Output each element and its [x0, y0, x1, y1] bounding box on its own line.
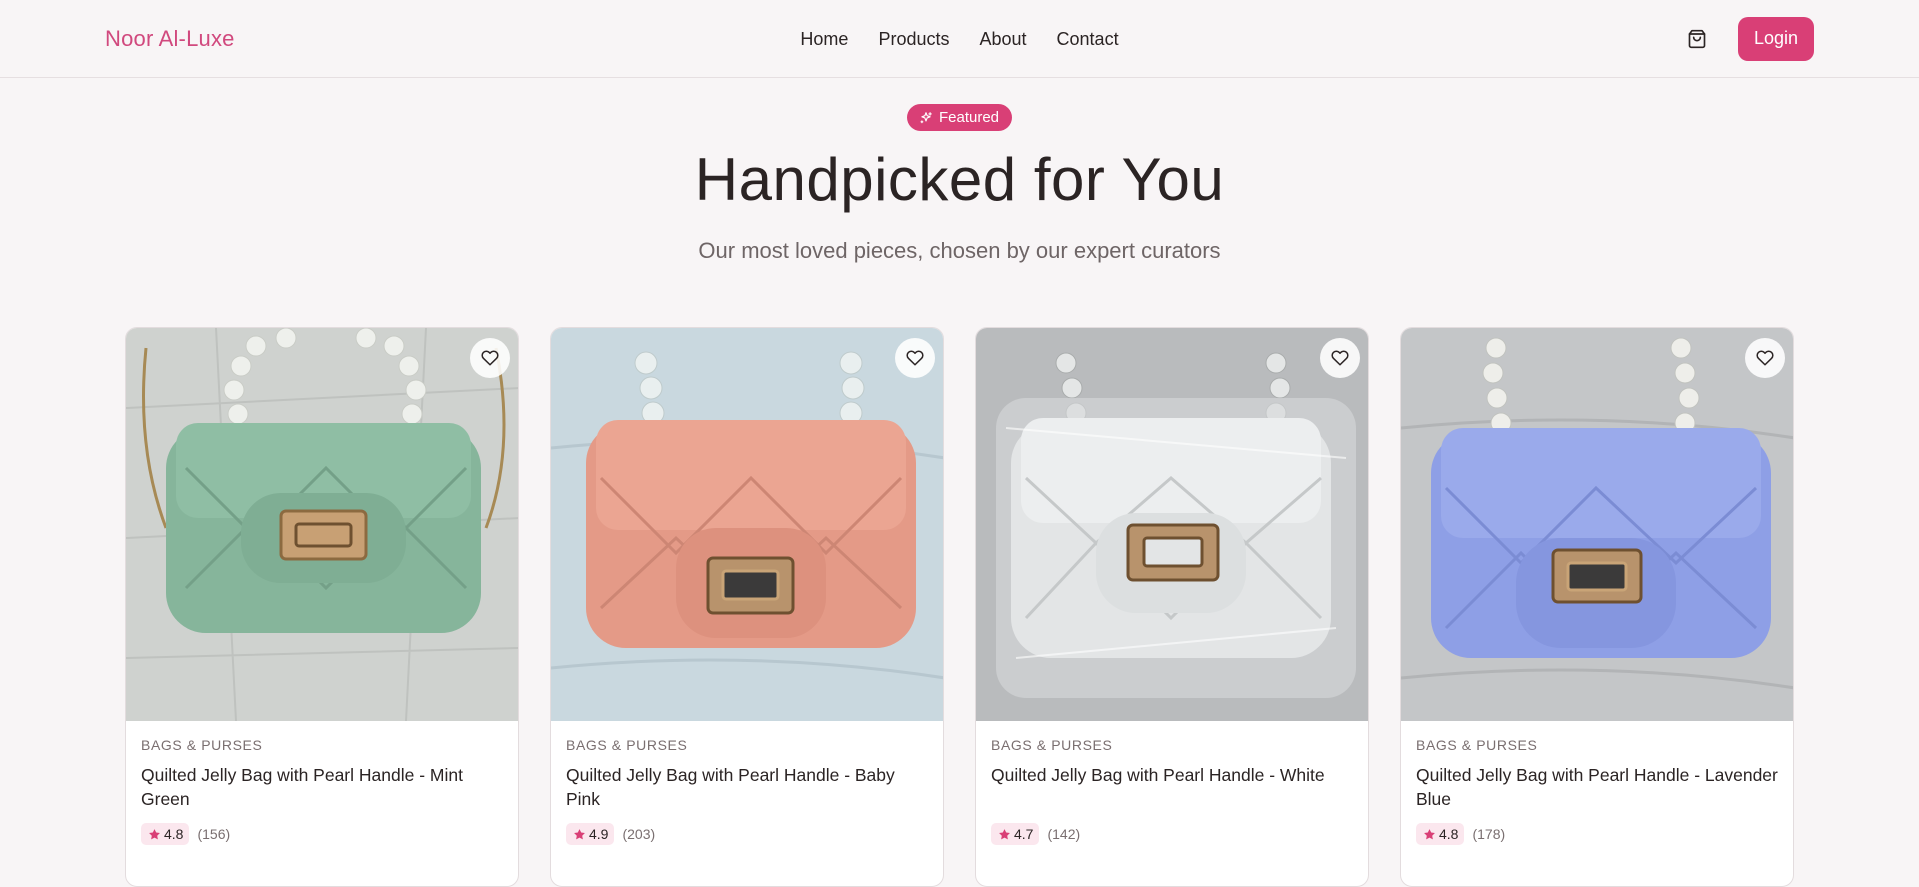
featured-badge: Featured: [906, 104, 1013, 131]
featured-section-header: Featured Handpicked for You Our most lov…: [0, 78, 1919, 264]
product-name[interactable]: Quilted Jelly Bag with Pearl Handle - Wh…: [991, 763, 1353, 811]
product-info: BAGS & PURSES Quilted Jelly Bag with Pea…: [1401, 721, 1793, 845]
rating-value: 4.9: [589, 826, 609, 842]
star-icon: [999, 828, 1010, 839]
shopping-bag-icon[interactable]: [1684, 26, 1710, 52]
product-card[interactable]: BAGS & PURSES Quilted Jelly Bag with Pea…: [1400, 327, 1794, 887]
product-image[interactable]: [976, 328, 1368, 721]
star-icon: [1424, 828, 1435, 839]
brand-logo[interactable]: Noor Al-Luxe: [105, 26, 235, 52]
heart-icon[interactable]: [895, 338, 935, 378]
product-name[interactable]: Quilted Jelly Bag with Pearl Handle - La…: [1416, 763, 1778, 811]
product-name[interactable]: Quilted Jelly Bag with Pearl Handle - Mi…: [141, 763, 503, 811]
review-count: (156): [197, 826, 231, 842]
top-navbar: Noor Al-Luxe Home Products About Contact…: [0, 0, 1919, 78]
section-title: Handpicked for You: [694, 146, 1225, 213]
heart-icon[interactable]: [470, 338, 510, 378]
product-card[interactable]: BAGS & PURSES Quilted Jelly Bag with Pea…: [975, 327, 1369, 887]
featured-badge-label: Featured: [938, 109, 1000, 126]
rating-badge: 4.8: [141, 823, 190, 845]
product-info: BAGS & PURSES Quilted Jelly Bag with Pea…: [976, 721, 1368, 845]
nav-products-link[interactable]: Products: [878, 29, 949, 50]
product-grid: BAGS & PURSES Quilted Jelly Bag with Pea…: [125, 327, 1794, 887]
product-info: BAGS & PURSES Quilted Jelly Bag with Pea…: [551, 721, 943, 845]
rating-value: 4.7: [1014, 826, 1034, 842]
product-category: BAGS & PURSES: [1416, 737, 1538, 753]
nav-contact-link[interactable]: Contact: [1057, 29, 1119, 50]
rating-row: 4.8 (178): [1416, 823, 1778, 845]
star-icon: [149, 828, 160, 839]
rating-row: 4.7 (142): [991, 823, 1353, 845]
login-button[interactable]: Login: [1737, 16, 1814, 61]
product-name[interactable]: Quilted Jelly Bag with Pearl Handle - Ba…: [566, 763, 928, 811]
header-actions: Login: [1684, 16, 1814, 61]
product-image[interactable]: [551, 328, 943, 721]
product-category: BAGS & PURSES: [141, 737, 263, 753]
review-count: (142): [1047, 826, 1081, 842]
main-nav: Home Products About Contact: [0, 0, 1919, 78]
sparkles-icon: [920, 111, 932, 123]
section-subtitle: Our most loved pieces, chosen by our exp…: [698, 238, 1221, 263]
product-category: BAGS & PURSES: [566, 737, 688, 753]
product-card[interactable]: BAGS & PURSES Quilted Jelly Bag with Pea…: [550, 327, 944, 887]
heart-icon[interactable]: [1745, 338, 1785, 378]
rating-row: 4.9 (203): [566, 823, 928, 845]
product-image[interactable]: [1401, 328, 1793, 721]
rating-row: 4.8 (156): [141, 823, 503, 845]
nav-about-link[interactable]: About: [979, 29, 1026, 50]
review-count: (203): [622, 826, 656, 842]
rating-badge: 4.9: [566, 823, 615, 845]
product-info: BAGS & PURSES Quilted Jelly Bag with Pea…: [126, 721, 518, 845]
product-category: BAGS & PURSES: [991, 737, 1113, 753]
rating-badge: 4.7: [991, 823, 1040, 845]
nav-home-link[interactable]: Home: [800, 29, 848, 50]
rating-value: 4.8: [1439, 826, 1459, 842]
star-icon: [574, 828, 585, 839]
review-count: (178): [1472, 826, 1506, 842]
rating-value: 4.8: [164, 826, 184, 842]
rating-badge: 4.8: [1416, 823, 1465, 845]
product-card[interactable]: BAGS & PURSES Quilted Jelly Bag with Pea…: [125, 327, 519, 887]
product-image[interactable]: [126, 328, 518, 721]
heart-icon[interactable]: [1320, 338, 1360, 378]
